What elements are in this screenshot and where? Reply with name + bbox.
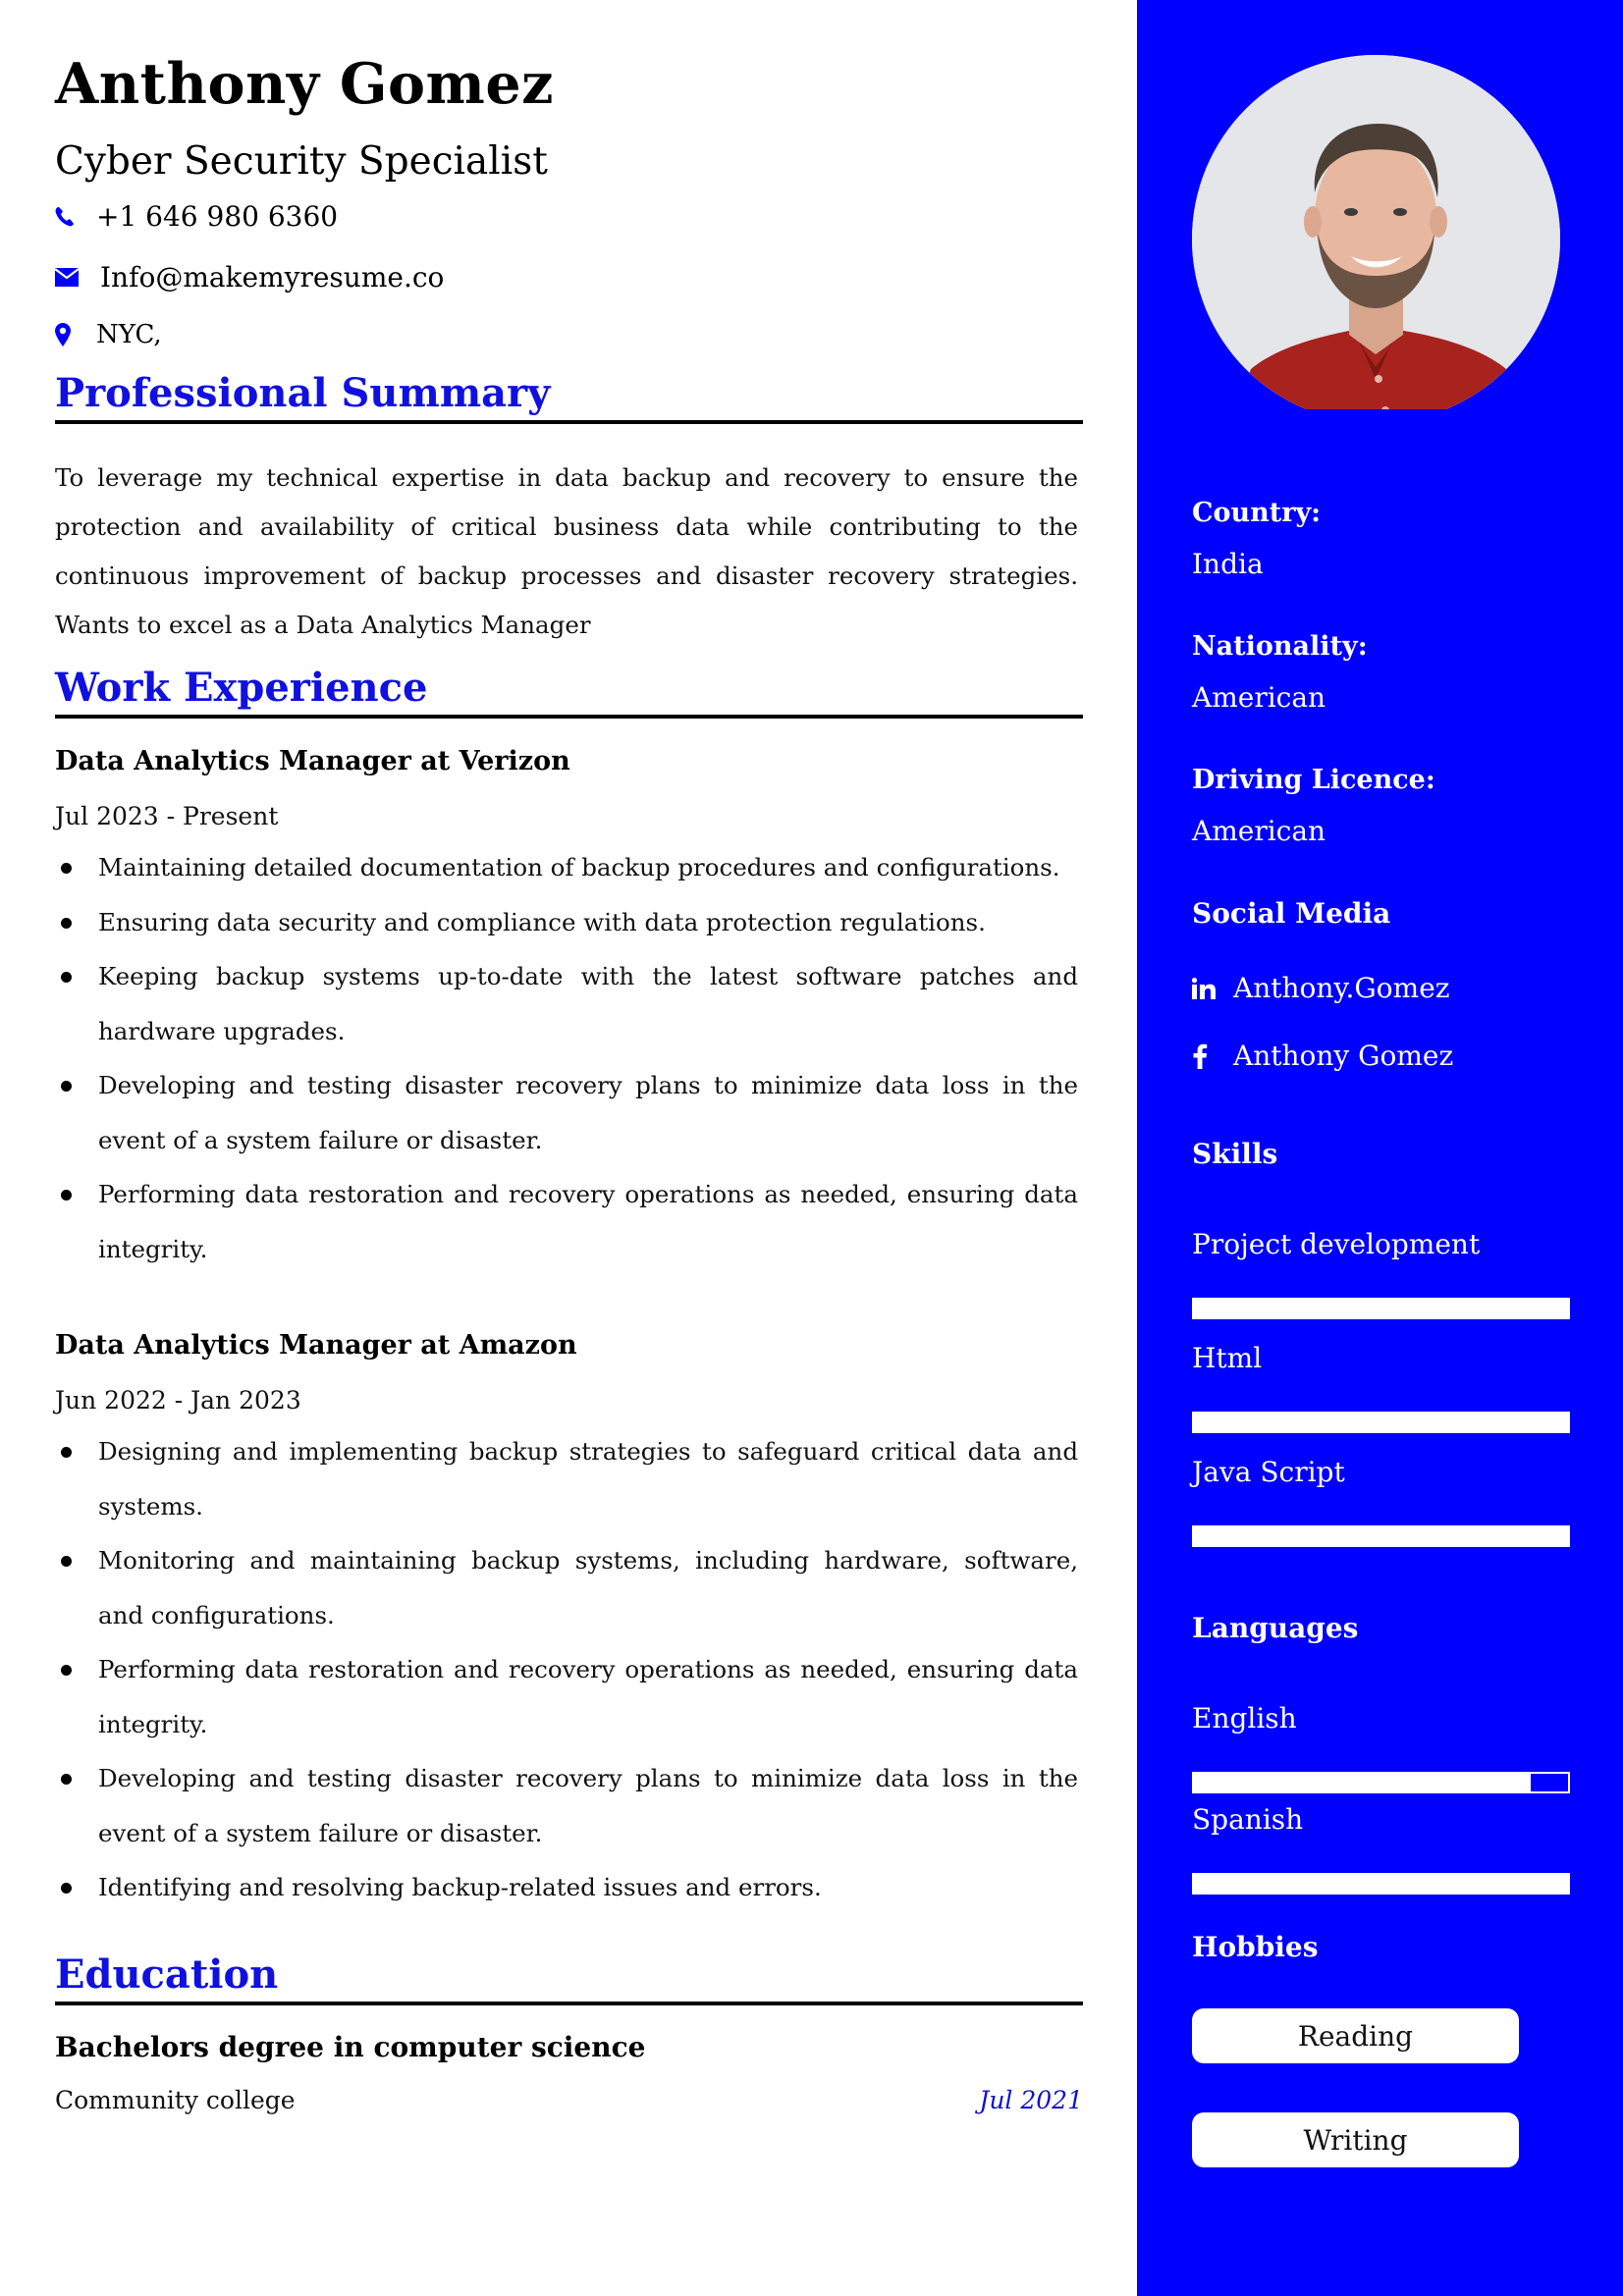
language-bar [1192, 1873, 1570, 1895]
sidebar: Country: India Nationality: American Dri… [1137, 0, 1623, 2296]
social-heading: Social Media [1192, 897, 1391, 930]
job-bullet: Designing and implementing backup strate… [55, 1424, 1078, 1533]
facebook-icon [1192, 1043, 1217, 1069]
contact-email[interactable]: Info@makemyresume.co [55, 261, 444, 294]
hobby-tag: Writing [1192, 2112, 1519, 2167]
candidate-title: Cyber Security Specialist [55, 139, 548, 184]
job-dates: Jun 2022 - Jan 2023 [55, 1386, 301, 1415]
skill-name: Project development [1192, 1228, 1481, 1260]
job-bullets: Maintaining detailed documentation of ba… [55, 840, 1078, 1276]
skill-bar-fill [1194, 1527, 1568, 1545]
skill-name: Java Script [1192, 1456, 1345, 1488]
job-bullet: Identifying and resolving backup-related… [55, 1860, 1078, 1915]
job-bullet: Developing and testing disaster recovery… [55, 1751, 1078, 1860]
job-entry: Data Analytics Manager at Amazon Jun 202… [55, 1326, 1078, 1915]
language-item: Spanish [1192, 1802, 1570, 1895]
job-bullet: Keeping backup systems up-to-date with t… [55, 949, 1078, 1058]
education-row: Community college Jul 2021 [55, 2083, 1083, 2118]
job-bullets: Designing and implementing backup strate… [55, 1424, 1078, 1915]
skill-item: Java Script [1192, 1455, 1570, 1547]
skills-heading: Skills [1192, 1138, 1278, 1170]
candidate-name: Anthony Gomez [55, 51, 555, 117]
language-bar [1192, 1772, 1570, 1793]
detail-value: India [1192, 548, 1264, 580]
map-pin-icon [55, 323, 81, 347]
email-text: Info@makemyresume.co [100, 261, 445, 294]
facebook-text: Anthony Gomez [1233, 1040, 1454, 1072]
skill-bar-fill [1194, 1414, 1568, 1431]
social-linkedin[interactable]: Anthony.Gomez [1192, 972, 1450, 1004]
detail-label: Driving Licence: [1192, 765, 1435, 795]
job-bullet: Ensuring data security and compliance wi… [55, 895, 1078, 950]
skill-bar [1192, 1298, 1570, 1319]
detail-value: American [1192, 815, 1326, 847]
detail-label: Nationality: [1192, 631, 1368, 662]
location-text: NYC, [96, 320, 162, 349]
skill-bar [1192, 1525, 1570, 1547]
detail-nationality: Nationality: American [1192, 629, 1575, 716]
detail-label: Country: [1192, 498, 1322, 528]
languages-heading: Languages [1192, 1612, 1359, 1644]
section-title-education: Education [55, 1952, 1083, 2005]
hobbies-heading: Hobbies [1192, 1931, 1319, 1963]
person-photo-icon [1192, 55, 1560, 409]
language-bar-fill [1194, 1774, 1531, 1791]
job-bullet: Maintaining detailed documentation of ba… [55, 840, 1078, 895]
education-entry: Bachelors degree in computer science Com… [55, 2026, 1083, 2118]
detail-country: Country: India [1192, 496, 1575, 582]
linkedin-text: Anthony.Gomez [1233, 972, 1450, 1004]
contact-location: NYC, [55, 320, 162, 349]
detail-driving-licence: Driving Licence: American [1192, 763, 1575, 849]
contact-phone[interactable]: +1 646 980 6360 [55, 200, 338, 233]
language-bar-fill [1194, 1875, 1568, 1893]
skill-item: Project development [1192, 1227, 1570, 1319]
job-bullet: Developing and testing disaster recovery… [55, 1058, 1078, 1167]
job-entry: Data Analytics Manager at Verizon Jul 20… [55, 742, 1078, 1276]
envelope-icon [55, 268, 81, 287]
job-bullet: Monitoring and maintaining backup system… [55, 1533, 1078, 1642]
summary-text: To leverage my technical expertise in da… [55, 463, 1078, 639]
language-item: English [1192, 1701, 1570, 1793]
language-name: English [1192, 1702, 1297, 1735]
linkedin-icon [1192, 977, 1217, 999]
phone-icon [55, 206, 81, 228]
phone-text: +1 646 980 6360 [96, 200, 339, 233]
education-degree: Bachelors degree in computer science [55, 2031, 646, 2063]
education-school: Community college [55, 2086, 296, 2114]
section-title-summary: Professional Summary [55, 371, 1083, 424]
skill-bar [1192, 1412, 1570, 1433]
skill-name: Html [1192, 1342, 1263, 1374]
job-bullet: Performing data restoration and recovery… [55, 1642, 1078, 1751]
profile-photo [1192, 55, 1560, 409]
skill-item: Html [1192, 1341, 1570, 1433]
job-title: Data Analytics Manager at Amazon [55, 1330, 577, 1361]
section-title-work: Work Experience [55, 666, 1083, 719]
language-name: Spanish [1192, 1803, 1304, 1836]
detail-value: American [1192, 681, 1326, 714]
skill-bar-fill [1194, 1300, 1568, 1317]
hobby-tag: Reading [1192, 2008, 1519, 2063]
job-bullet: Performing data restoration and recovery… [55, 1167, 1078, 1276]
job-dates: Jul 2023 - Present [55, 802, 279, 830]
job-title: Data Analytics Manager at Verizon [55, 746, 570, 776]
education-date: Jul 2021 [979, 2086, 1083, 2114]
social-facebook[interactable]: Anthony Gomez [1192, 1040, 1453, 1072]
